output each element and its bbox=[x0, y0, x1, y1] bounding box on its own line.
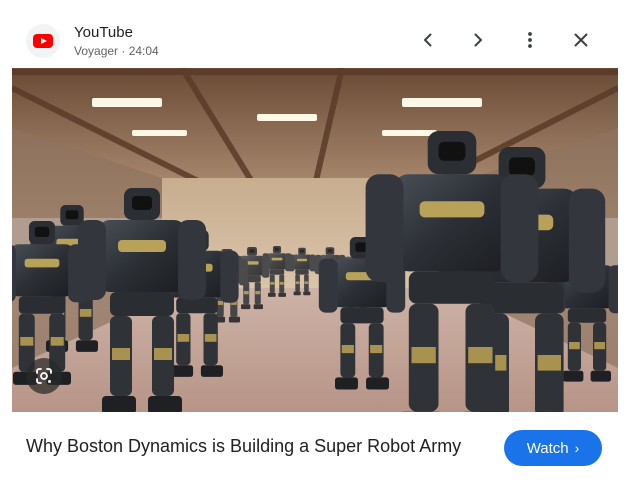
chevron-right-icon: › bbox=[574, 440, 580, 456]
more-vert-icon bbox=[528, 32, 532, 48]
more-options-button[interactable] bbox=[516, 26, 544, 54]
back-button[interactable] bbox=[414, 26, 442, 54]
google-lens-button[interactable] bbox=[26, 358, 62, 394]
video-title[interactable]: Why Boston Dynamics is Building a Super … bbox=[26, 436, 461, 457]
result-card: YouTube Voyager · 24:04 Why Boston Dynam… bbox=[12, 12, 618, 478]
app-title: YouTube bbox=[74, 24, 133, 41]
close-icon bbox=[574, 33, 588, 47]
watch-button-label: Watch bbox=[526, 439, 569, 457]
video-thumbnail[interactable] bbox=[12, 68, 618, 412]
youtube-logo-icon bbox=[33, 34, 53, 48]
card-header: YouTube Voyager · 24:04 bbox=[12, 12, 618, 68]
watch-button[interactable]: Watch › bbox=[504, 430, 602, 466]
robot-army-warehouse-image bbox=[12, 68, 618, 412]
forward-button[interactable] bbox=[464, 26, 492, 54]
google-lens-icon bbox=[36, 368, 52, 384]
chevron-left-icon bbox=[424, 33, 432, 47]
video-meta: Voyager · 24:04 bbox=[74, 44, 159, 58]
close-button[interactable] bbox=[567, 26, 595, 54]
app-icon-badge bbox=[26, 24, 60, 58]
chevron-right-icon bbox=[474, 33, 482, 47]
